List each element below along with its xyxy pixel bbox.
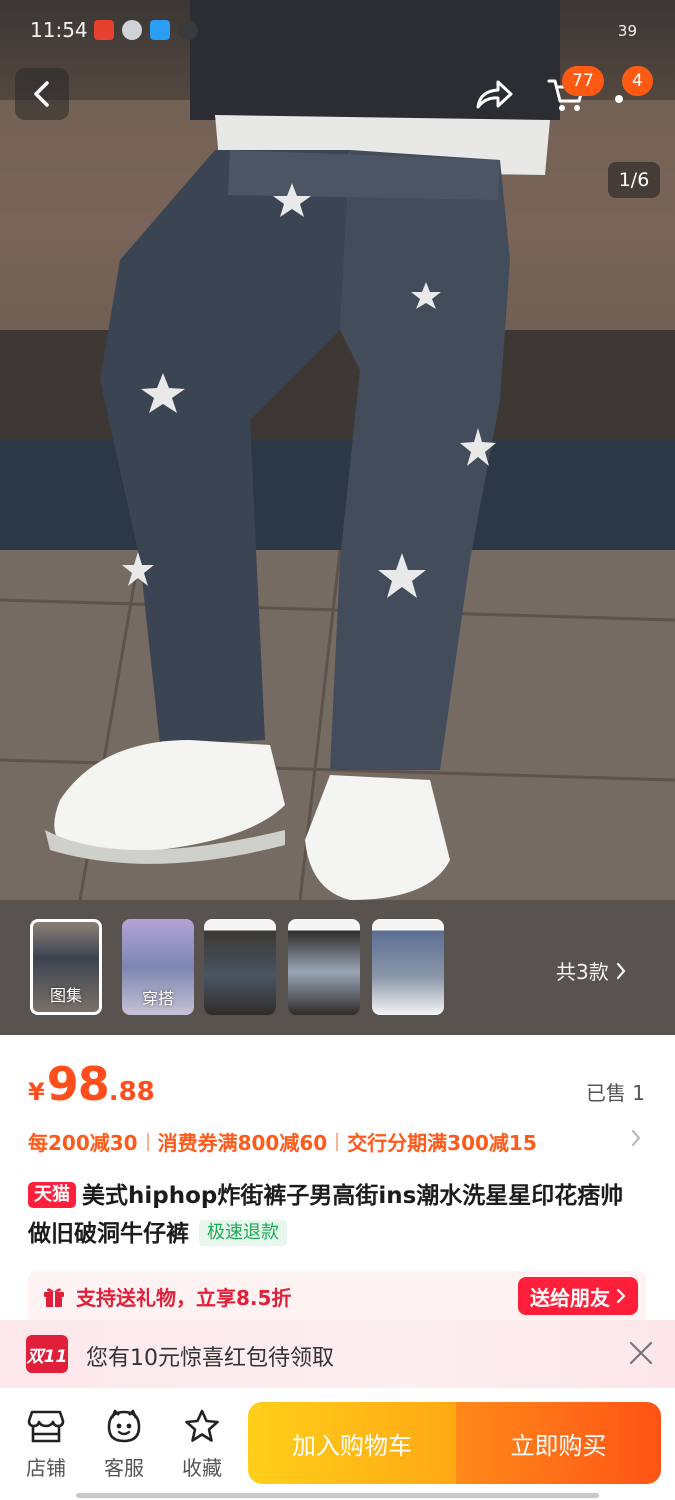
thumb-variant[interactable] bbox=[372, 919, 444, 1015]
message-icon bbox=[178, 20, 198, 40]
favorite-label: 收藏 bbox=[182, 1456, 222, 1480]
promo-item: 交行分期满300减15 bbox=[347, 1131, 537, 1155]
divider bbox=[336, 1132, 339, 1151]
product-image-carousel[interactable]: 11:54 39 77 4 1/6 bbox=[0, 0, 675, 900]
shop-button[interactable]: 店铺 bbox=[16, 1408, 76, 1481]
currency-symbol: ¥ bbox=[28, 1078, 45, 1106]
add-to-cart-button[interactable]: 加入购物车 bbox=[248, 1402, 456, 1484]
battery-level: 39 bbox=[617, 22, 637, 40]
cart-count-badge: 77 bbox=[562, 66, 604, 96]
variant-count-label: 共3款 bbox=[556, 960, 609, 984]
customer-service-button[interactable]: 客服 bbox=[94, 1408, 154, 1481]
favorite-button[interactable]: 收藏 bbox=[172, 1408, 232, 1481]
thumb-gallery[interactable]: 图集 bbox=[30, 919, 102, 1015]
fast-refund-badge: 极速退款 bbox=[199, 1220, 287, 1246]
product-title-text: 美式hiphop炸街裤子男高街ins潮水洗星星印花痞帅做旧破洞牛仔裤 bbox=[28, 1183, 624, 1247]
thumb-label: 穿搭 bbox=[141, 989, 174, 1008]
promo-row[interactable]: 每200减30 消费券满800减60 交行分期满300减15 bbox=[28, 1127, 648, 1156]
product-info: ¥ 98 .88 已售 1 每200减30 消费券满800减60 交行分期满30… bbox=[0, 1035, 675, 1321]
sold-count: 已售 1 bbox=[585, 1081, 645, 1105]
chevron-left-icon bbox=[34, 81, 49, 107]
shop-icon bbox=[27, 1410, 65, 1443]
variant-count-link[interactable]: 共3款 bbox=[556, 956, 627, 985]
gift-icon bbox=[44, 1288, 64, 1307]
thumb-outfit[interactable]: 穿搭 bbox=[122, 919, 194, 1015]
wechat-icon bbox=[122, 20, 142, 40]
customer-service-icon bbox=[107, 1409, 141, 1443]
close-icon[interactable] bbox=[628, 1340, 654, 1366]
notification-app-icon bbox=[94, 20, 114, 40]
price-integer: 98 bbox=[46, 1057, 110, 1111]
star-icon bbox=[185, 1409, 219, 1442]
status-app-icons bbox=[94, 20, 198, 40]
back-button[interactable] bbox=[15, 68, 69, 120]
home-indicator bbox=[76, 1493, 599, 1498]
share-arrow-icon bbox=[476, 80, 513, 109]
tmall-badge: 天猫 bbox=[28, 1182, 76, 1208]
promo-item: 每200减30 bbox=[28, 1131, 138, 1155]
promo-item: 消费券满800减60 bbox=[157, 1131, 328, 1155]
shop-label: 店铺 bbox=[26, 1456, 66, 1480]
price-decimal: .88 bbox=[108, 1077, 155, 1107]
price: ¥ 98 .88 bbox=[28, 1057, 155, 1111]
image-pager: 1/6 bbox=[608, 162, 660, 198]
divider bbox=[146, 1132, 149, 1151]
gift-text: 支持送礼物，立享8.5折 bbox=[76, 1285, 292, 1310]
gift-bar[interactable]: 支持送礼物，立享8.5折 送给朋友 bbox=[28, 1271, 646, 1321]
chevron-right-icon bbox=[631, 1129, 641, 1147]
message-count-badge: 4 bbox=[622, 66, 653, 96]
thumbnail-strip: 图集 穿搭 共3款 bbox=[0, 900, 675, 1035]
status-bar: 11:54 39 bbox=[0, 0, 675, 60]
chevron-right-icon bbox=[616, 962, 626, 979]
red-packet-banner[interactable]: 双11 您有10元惊喜红包待领取 bbox=[0, 1320, 675, 1388]
bottom-action-bar: 店铺 客服 收藏 加入购物车 立即购买 bbox=[0, 1388, 675, 1500]
share-button[interactable] bbox=[468, 68, 520, 120]
thumb-variant[interactable] bbox=[204, 919, 276, 1015]
buy-now-button[interactable]: 立即购买 bbox=[456, 1402, 661, 1484]
chevron-right-icon bbox=[616, 1288, 626, 1304]
send-to-friend-button[interactable]: 送给朋友 bbox=[518, 1277, 638, 1315]
product-photo bbox=[0, 0, 675, 900]
thumb-variant[interactable] bbox=[288, 919, 360, 1015]
thumb-label: 图集 bbox=[49, 986, 82, 1005]
customer-service-label: 客服 bbox=[104, 1456, 144, 1480]
video-app-icon bbox=[150, 20, 170, 40]
red-packet-text: 您有10元惊喜红包待领取 bbox=[86, 1346, 334, 1371]
more-button[interactable]: 4 bbox=[610, 66, 658, 120]
status-time: 11:54 bbox=[30, 18, 88, 42]
send-to-friend-label: 送给朋友 bbox=[530, 1285, 610, 1310]
cart-button[interactable]: 77 bbox=[540, 66, 604, 120]
product-title: 天猫 美式hiphop炸街裤子男高街ins潮水洗星星印花痞帅做旧破洞牛仔裤 极速退款 bbox=[28, 1177, 638, 1253]
double11-badge: 双11 bbox=[26, 1335, 68, 1373]
more-dots-icon bbox=[615, 95, 623, 103]
